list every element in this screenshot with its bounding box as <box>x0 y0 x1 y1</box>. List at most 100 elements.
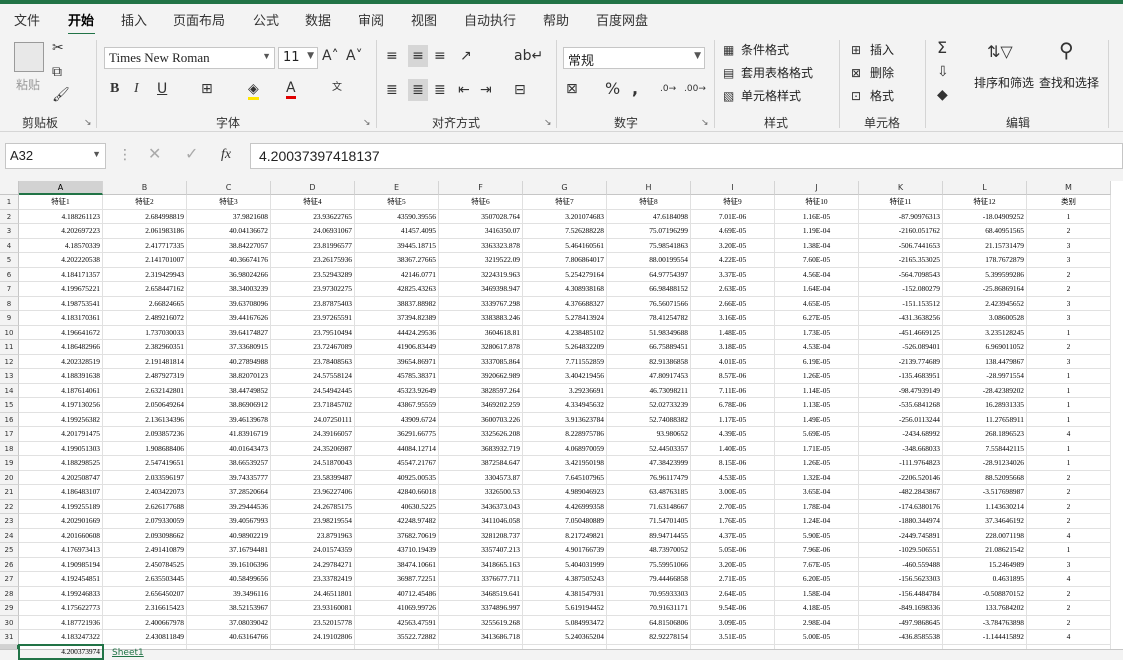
table-cell[interactable]: 1 <box>1027 369 1111 384</box>
table-cell[interactable]: 48.73970052 <box>607 543 691 558</box>
paste-button[interactable]: 粘贴 <box>16 76 40 93</box>
table-cell[interactable]: -849.1698336 <box>859 601 943 616</box>
column-label-cell[interactable]: 特征6 <box>439 195 523 210</box>
table-cell[interactable]: 2.491410879 <box>103 543 187 558</box>
table-cell[interactable]: 39.63708096 <box>187 296 271 311</box>
insert-cells-button[interactable]: 插入 <box>870 41 894 58</box>
table-cell[interactable]: -156.5623303 <box>859 572 943 587</box>
table-cell[interactable]: 63.48763185 <box>607 485 691 500</box>
table-cell[interactable]: 4.376688327 <box>523 296 607 311</box>
clipboard-launcher-icon[interactable]: ↘ <box>84 118 92 128</box>
table-cell[interactable]: 40.36674176 <box>187 253 271 268</box>
row-header[interactable]: 24 <box>0 528 19 543</box>
table-cell[interactable]: 2.487927319 <box>103 369 187 384</box>
table-cell[interactable]: 38474.10661 <box>355 557 439 572</box>
table-cell[interactable]: 52.02733239 <box>607 398 691 413</box>
table-cell[interactable]: 4.184171357 <box>19 267 103 282</box>
merge-center-icon[interactable]: ⊟ <box>514 82 526 98</box>
table-cell[interactable]: 43710.19439 <box>355 543 439 558</box>
column-header[interactable]: G <box>523 181 607 195</box>
table-cell[interactable]: 4.186482966 <box>19 340 103 355</box>
table-cell[interactable]: 38.52153967 <box>187 601 271 616</box>
row-header[interactable]: 31 <box>0 630 19 645</box>
table-cell[interactable]: 2.079330059 <box>103 514 187 529</box>
table-cell[interactable]: 2.050649264 <box>103 398 187 413</box>
table-cell[interactable]: 78.41254782 <box>607 311 691 326</box>
accounting-format-icon[interactable]: ⊠ <box>566 81 578 97</box>
table-cell[interactable]: 2.061983186 <box>103 224 187 239</box>
table-cell[interactable]: 64.97754397 <box>607 267 691 282</box>
format-cells-button[interactable]: 格式 <box>870 87 894 104</box>
table-cell[interactable]: 1 <box>1027 543 1111 558</box>
table-cell[interactable]: 24.29784271 <box>271 557 355 572</box>
table-cell[interactable]: 40630.5225 <box>355 499 439 514</box>
table-cell[interactable]: 3219522.09 <box>439 253 523 268</box>
table-cell[interactable]: 42248.97482 <box>355 514 439 529</box>
table-cell[interactable]: -135.4683951 <box>859 369 943 384</box>
row-header[interactable]: 8 <box>0 296 19 311</box>
table-cell[interactable]: 43590.39556 <box>355 209 439 224</box>
table-cell[interactable]: 3683932.719 <box>439 441 523 456</box>
table-cell[interactable]: 178.7672879 <box>943 253 1027 268</box>
table-cell[interactable]: 5.464160561 <box>523 238 607 253</box>
table-cell[interactable]: 15.2464989 <box>943 557 1027 572</box>
table-cell[interactable]: -98.47939149 <box>859 383 943 398</box>
table-cell[interactable]: 8.57E-06 <box>691 369 775 384</box>
table-cell[interactable]: 37682.70619 <box>355 528 439 543</box>
row-header[interactable]: 4 <box>0 238 19 253</box>
table-cell[interactable]: -2206.520146 <box>859 470 943 485</box>
table-cell[interactable]: 4.202697223 <box>19 224 103 239</box>
table-cell[interactable]: 3 <box>1027 296 1111 311</box>
table-cell[interactable]: 5.69E-05 <box>775 427 859 442</box>
column-label-cell[interactable]: 特征1 <box>19 195 103 210</box>
table-cell[interactable]: 75.07196299 <box>607 224 691 239</box>
table-cell[interactable]: 2 <box>1027 615 1111 630</box>
column-header[interactable]: J <box>775 181 859 195</box>
row-header[interactable]: 30 <box>0 615 19 630</box>
tab-page-layout[interactable]: 页面布局 <box>173 10 225 29</box>
table-cell[interactable]: 5.05E-06 <box>691 543 775 558</box>
table-cell[interactable]: -256.0113244 <box>859 412 943 427</box>
table-cell[interactable]: 45785.38371 <box>355 369 439 384</box>
table-cell[interactable]: 1.26E-05 <box>775 456 859 471</box>
table-cell[interactable]: -2434.68992 <box>859 427 943 442</box>
insert-cells-icon[interactable]: ⊞ <box>851 42 861 58</box>
find-select-button[interactable]: 查找和选择 <box>1039 74 1099 91</box>
table-cell[interactable]: 24.35206987 <box>271 441 355 456</box>
table-cell[interactable]: 66.98488152 <box>607 282 691 297</box>
table-cell[interactable]: 39.74335777 <box>187 470 271 485</box>
table-cell[interactable]: 3.09E-05 <box>691 615 775 630</box>
table-cell[interactable]: -28.9971554 <box>943 369 1027 384</box>
row-header[interactable]: 14 <box>0 383 19 398</box>
table-cell[interactable]: 4.202328519 <box>19 354 103 369</box>
table-cell[interactable]: 52.74088382 <box>607 412 691 427</box>
table-cell[interactable]: 4.426999358 <box>523 499 607 514</box>
table-cell[interactable]: 40.04136672 <box>187 224 271 239</box>
table-cell[interactable]: 3255619.268 <box>439 615 523 630</box>
table-cell[interactable]: 3339767.298 <box>439 296 523 311</box>
table-cell[interactable]: 47.80917453 <box>607 369 691 384</box>
table-cell[interactable]: 7.67E-05 <box>775 557 859 572</box>
column-label-cell[interactable]: 特征10 <box>775 195 859 210</box>
table-cell[interactable]: 4.65E-05 <box>775 296 859 311</box>
table-cell[interactable]: 3600703.226 <box>439 412 523 427</box>
table-cell[interactable]: 37.34646192 <box>943 514 1027 529</box>
table-cell[interactable]: 1.14E-05 <box>775 383 859 398</box>
spreadsheet-grid[interactable]: A B C D E F G H I J K L M 1 特征1 特征2 特征3 特征4 特征5 特征6 特征7 特征8 特征… <box>0 181 1123 660</box>
table-cell[interactable]: 3469398.947 <box>439 282 523 297</box>
table-cell[interactable]: 4.201791475 <box>19 427 103 442</box>
table-cell[interactable]: 2 <box>1027 470 1111 485</box>
table-cell[interactable]: 6.78E-06 <box>691 398 775 413</box>
table-cell[interactable]: 4.188261123 <box>19 209 103 224</box>
table-cell[interactable]: 4 <box>1027 528 1111 543</box>
table-cell[interactable]: 70.91631171 <box>607 601 691 616</box>
column-header[interactable]: B <box>103 181 187 195</box>
table-cell[interactable]: 47.6184098 <box>607 209 691 224</box>
table-cell[interactable]: 24.51870043 <box>271 456 355 471</box>
table-cell[interactable]: 42840.66018 <box>355 485 439 500</box>
align-bottom-icon[interactable]: ≡ <box>434 48 446 64</box>
column-header[interactable]: A <box>19 181 103 195</box>
table-cell[interactable]: 4.190985194 <box>19 557 103 572</box>
table-cell[interactable]: 9.54E-06 <box>691 601 775 616</box>
align-middle-icon[interactable]: ≡ <box>408 45 428 67</box>
